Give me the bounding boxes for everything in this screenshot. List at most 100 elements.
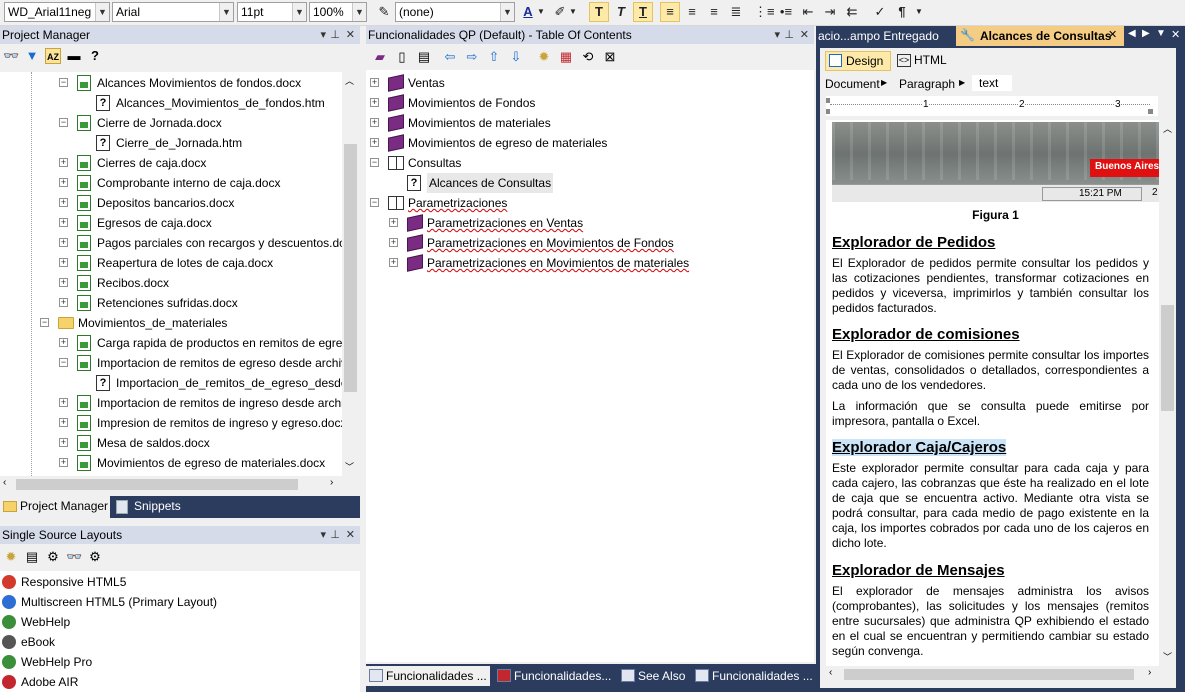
delete-icon[interactable]: ⊠ — [602, 49, 618, 65]
chevron-up-icon[interactable]: ︿ — [1163, 122, 1172, 135]
chevron-down-icon[interactable]: ▼ — [914, 2, 924, 22]
layout-item[interactable]: Adobe AIR — [0, 672, 360, 692]
close-icon[interactable]: ✕ — [800, 26, 809, 44]
breadcrumb-document[interactable]: Document — [825, 77, 880, 91]
italic-button[interactable]: T — [611, 2, 631, 22]
scroll-thumb[interactable] — [1161, 305, 1174, 411]
generate-icon[interactable]: ⚙ — [45, 549, 61, 565]
view-icon[interactable]: 👓 — [66, 549, 82, 565]
pin-icon[interactable]: ⊥ — [784, 26, 794, 44]
list-style-combo[interactable]: (none) ▼ — [395, 2, 515, 22]
layout-icon[interactable]: ▦ — [558, 49, 574, 65]
collapse-icon[interactable]: − — [59, 358, 68, 367]
tree-item[interactable]: + Carga rapida de productos en remitos de… — [0, 333, 342, 353]
layout-item[interactable]: eBook — [0, 632, 360, 652]
chevron-down-icon[interactable]: ▼ — [536, 2, 546, 22]
toc-item[interactable]: − Parametrizaciones — [366, 193, 814, 213]
breadcrumb-text[interactable]: text — [972, 75, 1012, 91]
font-combo[interactable]: Arial ▼ — [112, 2, 234, 22]
expand-icon[interactable]: + — [59, 218, 68, 227]
tab-toc-4[interactable]: Funcionalidades ... — [692, 666, 816, 686]
toc-item[interactable]: + Ventas — [366, 73, 814, 93]
properties-icon[interactable]: ▤ — [416, 49, 432, 65]
tree-item[interactable]: + Egresos de caja.docx — [0, 213, 342, 233]
chevron-left-icon[interactable]: ‹ — [3, 477, 6, 488]
tree-item[interactable]: + Retenciones sufridas.docx — [0, 293, 342, 313]
chevron-down-icon[interactable]: ﹀ — [1163, 650, 1172, 663]
tree-item[interactable]: + Comprobante interno de caja.docx — [0, 173, 342, 193]
tab-see-also[interactable]: See Also — [618, 666, 692, 686]
toc-item[interactable]: + Movimientos de Fondos — [366, 93, 814, 113]
chevron-down-icon[interactable]: ▾ — [320, 526, 326, 544]
close-icon[interactable]: ✕ — [1171, 28, 1180, 41]
underline-button[interactable]: T — [633, 2, 653, 22]
close-icon[interactable]: ✕ — [1108, 28, 1117, 41]
folder-icon[interactable]: ▬ — [66, 48, 82, 64]
justify-icon[interactable]: ≣ — [726, 2, 746, 22]
expand-icon[interactable]: + — [370, 118, 379, 127]
tree-item[interactable]: + Mesa de saldos.docx — [0, 433, 342, 453]
expand-icon[interactable]: + — [59, 158, 68, 167]
spell-check-icon[interactable]: ✓ — [870, 2, 890, 22]
expand-icon[interactable]: + — [389, 238, 398, 247]
scroll-thumb[interactable] — [344, 144, 357, 392]
font-size-combo[interactable]: 11pt ▼ — [237, 2, 307, 22]
arrow-down-icon[interactable]: ⇩ — [508, 49, 524, 65]
chevron-down-icon[interactable]: ﹀ — [345, 460, 354, 473]
tab-snippets[interactable]: Snippets — [112, 496, 212, 518]
properties-icon[interactable]: ▤ — [24, 549, 40, 565]
highlight-button[interactable]: ✐ — [550, 2, 570, 22]
html-button[interactable]: <> HTML — [895, 51, 955, 71]
expand-icon[interactable]: + — [389, 258, 398, 267]
tree-item[interactable]: + Cierres de caja.docx — [0, 153, 342, 173]
tree-item[interactable]: − Importacion de remitos de egreso desde … — [0, 353, 342, 373]
expand-icon[interactable]: + — [59, 238, 68, 247]
breadcrumb-paragraph[interactable]: Paragraph — [899, 77, 955, 91]
tree-item[interactable]: + Impresion de remitos de ingreso y egres… — [0, 413, 342, 433]
editor-horizontal-scrollbar[interactable]: ‹ › — [826, 666, 1159, 683]
sync-icon[interactable]: ⟲ — [580, 49, 596, 65]
bold-button[interactable]: T — [589, 2, 609, 22]
toc-item[interactable]: + Parametrizaciones en Movimientos de Fon… — [366, 233, 814, 253]
expand-icon[interactable]: + — [59, 458, 68, 467]
tree-item[interactable]: + Depositos bancarios.docx — [0, 193, 342, 213]
chevron-down-icon[interactable]: ▼ — [568, 2, 578, 22]
chevron-right-icon[interactable]: › — [330, 477, 333, 488]
expand-icon[interactable]: + — [59, 298, 68, 307]
align-right-icon[interactable]: ≡ — [704, 2, 724, 22]
collapse-icon[interactable]: − — [370, 158, 379, 167]
publish-icon[interactable]: ⚙ — [87, 549, 103, 565]
sort-icon[interactable]: AZ — [45, 48, 61, 64]
chevron-down-icon[interactable]: ▾ — [320, 26, 326, 44]
indent-marker[interactable] — [826, 98, 830, 103]
tree-item[interactable]: ? Importacion_de_remitos_de_egreso_desde_… — [0, 373, 342, 393]
filter-icon[interactable]: ▼ — [24, 48, 40, 64]
toc-item[interactable]: + Movimientos de materiales — [366, 113, 814, 133]
scroll-thumb[interactable] — [844, 669, 1134, 680]
auto-create-icon[interactable]: ✹ — [536, 49, 552, 65]
tree-item[interactable]: + Pagos parciales con recargos y descuent… — [0, 233, 342, 253]
design-button[interactable]: Design — [825, 51, 891, 71]
layout-item[interactable]: WebHelp Pro — [0, 652, 360, 672]
collapse-icon[interactable]: − — [59, 118, 68, 127]
toc-item[interactable]: + Parametrizaciones en Movimientos de mat… — [366, 253, 814, 273]
pin-icon[interactable]: ⊥ — [330, 526, 340, 544]
expand-icon[interactable]: + — [59, 398, 68, 407]
ruler[interactable]: 1 2 3 — [826, 96, 1158, 116]
tree-item[interactable]: + Importacion de remitos de ingreso desde… — [0, 393, 342, 413]
align-left-icon[interactable]: ≡ — [660, 2, 680, 22]
chevron-right-icon[interactable]: › — [1148, 667, 1151, 678]
pm-horizontal-scrollbar[interactable]: ‹ › — [0, 476, 342, 493]
chevron-right-icon[interactable]: ▶ — [1142, 28, 1150, 39]
tab-toc-2[interactable]: Funcionalidades... — [494, 666, 614, 686]
chevron-down-icon[interactable]: ▼ — [352, 3, 366, 21]
chevron-down-icon[interactable]: ▾ — [774, 26, 780, 44]
expand-icon[interactable]: + — [59, 198, 68, 207]
tree-item[interactable]: ? Alcances_Movimientos_de_fondos.htm — [0, 93, 342, 113]
pilcrow-button[interactable]: ¶ — [892, 2, 912, 22]
pin-icon[interactable]: ⊥ — [330, 26, 340, 44]
binoculars-icon[interactable]: 👓 — [3, 48, 19, 64]
expand-icon[interactable]: + — [370, 98, 379, 107]
expand-icon[interactable]: + — [59, 418, 68, 427]
tab-inactive-topic[interactable]: acio...ampo Entregado — [818, 29, 939, 43]
